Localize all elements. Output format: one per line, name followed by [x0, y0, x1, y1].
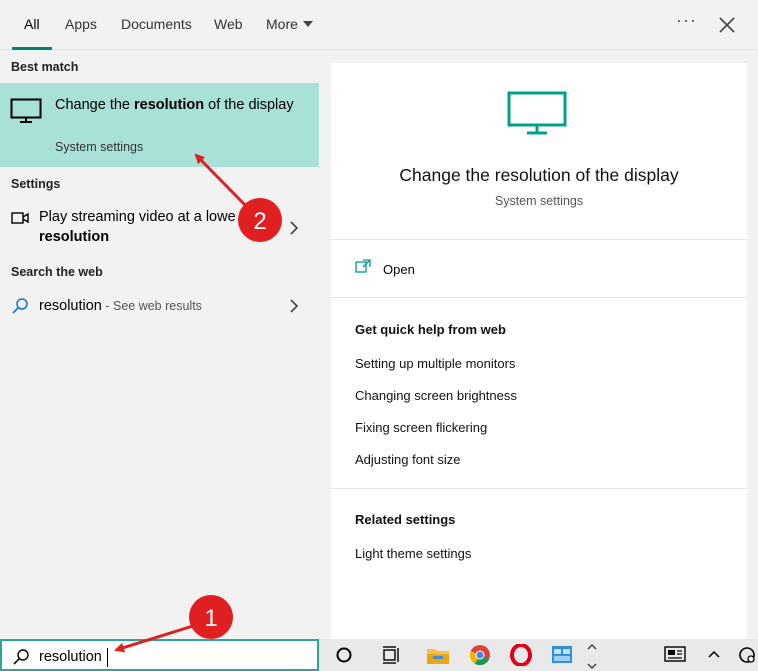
divider	[331, 488, 747, 489]
search-box[interactable]: resolution	[0, 639, 319, 671]
news-icon[interactable]	[663, 644, 687, 664]
divider	[331, 239, 747, 240]
best-match-item[interactable]: Change the resolution of the display Sys…	[0, 83, 319, 167]
chevron-right-icon[interactable]	[289, 299, 299, 313]
open-action[interactable]: Open	[355, 259, 555, 279]
more-options-icon[interactable]: ···	[676, 10, 697, 31]
cortana-icon[interactable]	[334, 644, 354, 666]
tab-documents[interactable]: Documents	[121, 0, 192, 50]
monitor-icon-large	[507, 91, 567, 135]
related-settings-heading: Related settings	[355, 512, 456, 527]
settings-item-line2: resolution	[39, 229, 110, 245]
chevron-up-icon[interactable]	[587, 642, 597, 652]
results-list: Best match Change the resolution of the …	[0, 51, 320, 639]
file-explorer-icon[interactable]	[426, 644, 450, 666]
web-result-item[interactable]: resolution - See web results	[0, 291, 319, 321]
network-icon[interactable]	[736, 644, 758, 666]
quick-help-heading: Get quick help from web	[355, 322, 506, 337]
best-match-title: Change the resolution of the display	[55, 95, 305, 115]
web-query: resolution	[39, 298, 102, 314]
preview-pane: Change the resolution of the display Sys…	[331, 63, 747, 639]
chevron-down-icon[interactable]	[587, 661, 597, 671]
task-view-icon[interactable]	[381, 644, 401, 666]
best-match-subtitle: System settings	[55, 140, 144, 154]
control-panel-icon[interactable]	[551, 644, 573, 666]
settings-result-item[interactable]: Play streaming video at a lowe resolutio…	[0, 201, 319, 253]
best-match-title-post: of the display	[204, 97, 294, 113]
search-icon	[12, 298, 28, 314]
opera-icon[interactable]	[510, 644, 532, 666]
best-match-title-pre: Change the	[55, 97, 135, 113]
tab-all[interactable]: All	[12, 0, 51, 50]
divider	[331, 297, 747, 298]
chrome-icon[interactable]	[469, 644, 491, 666]
settings-heading: Settings	[11, 177, 61, 191]
help-link-monitors[interactable]: Setting up multiple monitors	[355, 356, 515, 371]
chevron-right-icon[interactable]	[289, 221, 299, 235]
open-icon	[355, 259, 371, 273]
tab-apps[interactable]: Apps	[65, 0, 97, 50]
help-link-flickering[interactable]: Fixing screen flickering	[355, 420, 487, 435]
tab-more[interactable]: More	[266, 0, 313, 50]
chevron-up-icon[interactable]	[707, 647, 721, 661]
tab-more-label: More	[266, 16, 298, 32]
related-link-light-theme[interactable]: Light theme settings	[355, 546, 471, 561]
search-filter-tabs: All Apps Documents Web More ···	[0, 0, 758, 50]
settings-item-line1: Play streaming video at a lowe	[39, 209, 236, 225]
preview-subtitle: System settings	[494, 194, 584, 208]
search-web-heading: Search the web	[11, 265, 103, 279]
video-icon	[11, 212, 29, 224]
help-link-brightness[interactable]: Changing screen brightness	[355, 388, 517, 403]
best-match-heading: Best match	[11, 60, 79, 74]
text-cursor	[107, 648, 108, 667]
preview-title: Change the resolution of the display	[399, 165, 679, 185]
search-icon	[13, 649, 29, 665]
best-match-title-bold: resolution	[134, 97, 205, 113]
web-suffix: - See web results	[101, 299, 202, 313]
open-label: Open	[383, 262, 415, 277]
close-icon[interactable]	[716, 14, 738, 36]
help-link-font-size[interactable]: Adjusting font size	[355, 452, 461, 467]
monitor-icon	[10, 98, 42, 123]
tab-web[interactable]: Web	[214, 0, 243, 50]
chevron-down-icon	[302, 21, 313, 27]
search-input[interactable]: resolution	[39, 649, 102, 665]
taskbar	[319, 639, 758, 671]
